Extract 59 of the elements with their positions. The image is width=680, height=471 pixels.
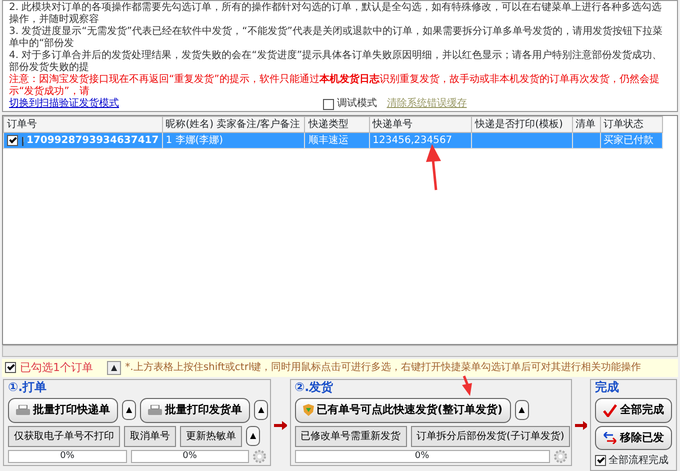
action-button[interactable]: 已有单号可点此快速发货(整订单发货) bbox=[294, 398, 511, 422]
collapse-toggle[interactable]: ▲ bbox=[107, 360, 122, 375]
action-button[interactable]: 订单拆分后部份发货(子订单发货) bbox=[410, 426, 570, 446]
table-cell: 买家已付款 bbox=[600, 132, 662, 148]
annotation-arrow bbox=[426, 144, 441, 190]
annotation-arrow bbox=[462, 376, 472, 396]
right-arrow-icon bbox=[574, 420, 587, 430]
dropdown-button[interactable]: ▲ bbox=[122, 400, 136, 420]
column-header[interactable]: 快递类型 bbox=[304, 116, 370, 132]
group-title: ①.打单 bbox=[8, 380, 47, 395]
action-button[interactable]: 已修改单号需重新发货 bbox=[294, 426, 406, 446]
column-header[interactable]: 订单号 bbox=[4, 116, 162, 132]
group-title: 完成 bbox=[595, 380, 619, 395]
hint-text: *.上方表格上按住shift或ctrl键，同时用鼠标点击可进行多选，右键打开快捷菜单勾选订单后可对其进行相关功能操作 bbox=[125, 360, 642, 376]
flag-icon bbox=[20, 136, 24, 146]
swap-icon bbox=[603, 432, 617, 444]
column-header[interactable]: 订单状态 bbox=[600, 116, 662, 132]
order-number: 1709928793934637417 bbox=[26, 134, 159, 148]
dropdown-button[interactable]: ▲ bbox=[514, 400, 529, 420]
notice-text: 3. 发货进度显示“无需发货”代表已经在软件中发货，“不能发货”代表是关闭或退款中的订单，如果需要拆分订单多单号发货的，请用发货按钮下拉菜单中的“部份发 bbox=[9, 26, 664, 50]
column-header[interactable]: 昵称(姓名) 卖家备注/客户备注 bbox=[162, 116, 305, 132]
progress-text: 0% bbox=[414, 450, 430, 460]
dropdown-button[interactable]: ▲ bbox=[246, 426, 260, 446]
shield-icon bbox=[302, 404, 314, 416]
progress-text: 0% bbox=[182, 450, 197, 460]
debug-label: 调试模式 bbox=[336, 98, 377, 110]
selection-checkbox[interactable] bbox=[5, 362, 16, 374]
progress-text: 0% bbox=[60, 450, 74, 460]
action-button[interactable]: 取消单号 bbox=[124, 426, 176, 446]
dropdown-button[interactable]: ▲ bbox=[254, 400, 268, 420]
group-title: ②.发货 bbox=[294, 380, 334, 395]
gear-icon bbox=[554, 450, 566, 462]
action-button[interactable]: 移除已发 bbox=[595, 426, 672, 450]
gear-icon bbox=[253, 450, 266, 462]
action-button[interactable]: 批量打印快递单 bbox=[8, 398, 118, 422]
warning-text: 注意：因淘宝发货接口现在不再返回“重复发货”的提示，软件只能通过本机发货日志识别重复发货，故手动或非本机发货的订单再次发货，仍然会提示“发货成功”，请 bbox=[9, 74, 660, 98]
row-checkbox[interactable] bbox=[7, 135, 18, 146]
right-arrow-icon bbox=[274, 420, 286, 430]
column-header[interactable]: 快递单号 bbox=[369, 116, 472, 132]
action-button[interactable]: 批量打印发货单 bbox=[140, 398, 250, 422]
action-button[interactable]: 全部完成 bbox=[595, 398, 672, 422]
table-cell bbox=[572, 132, 600, 148]
mode-switch-link[interactable]: 切换到扫描验证发货模式 bbox=[9, 98, 119, 110]
debug-checkbox[interactable] bbox=[323, 98, 334, 110]
complete-checkbox[interactable] bbox=[595, 455, 606, 466]
notice-text: 2. 此模块对订单的各项操作都需要先勾选订单，所有的操作都针对勾选的订单，默认是全勾选，如有特殊修改，可以在右键菜单上进行各种多选勾选操作，并随时观察容 bbox=[9, 2, 663, 26]
table-cell: 123456,234567 bbox=[369, 132, 472, 148]
table-cell: 1 李娜(李娜) bbox=[162, 132, 305, 148]
checkbox-label: 全部流程完成 bbox=[608, 454, 668, 468]
printer-icon bbox=[148, 404, 162, 416]
printer-icon bbox=[16, 404, 30, 416]
action-button[interactable]: 仅获取电子单号不打印 bbox=[8, 426, 120, 446]
action-button[interactable]: 更新热敏单 bbox=[180, 426, 242, 446]
column-header[interactable]: 快递是否打印(模板) bbox=[472, 116, 572, 132]
table-cell: 顺丰速运 bbox=[304, 132, 370, 148]
selection-count: 已勾选1个订单 bbox=[20, 360, 93, 376]
check-icon bbox=[603, 404, 617, 417]
notice-text: 4. 对于多订单合并后的发货处理结果，发货失败的会在“发货进度”提示具体各订单失败原因明细，并以红色显示；请各用户特别注意部份发货成功、部份发货失败的提 bbox=[9, 50, 664, 74]
column-header[interactable]: 清单 bbox=[572, 116, 600, 132]
